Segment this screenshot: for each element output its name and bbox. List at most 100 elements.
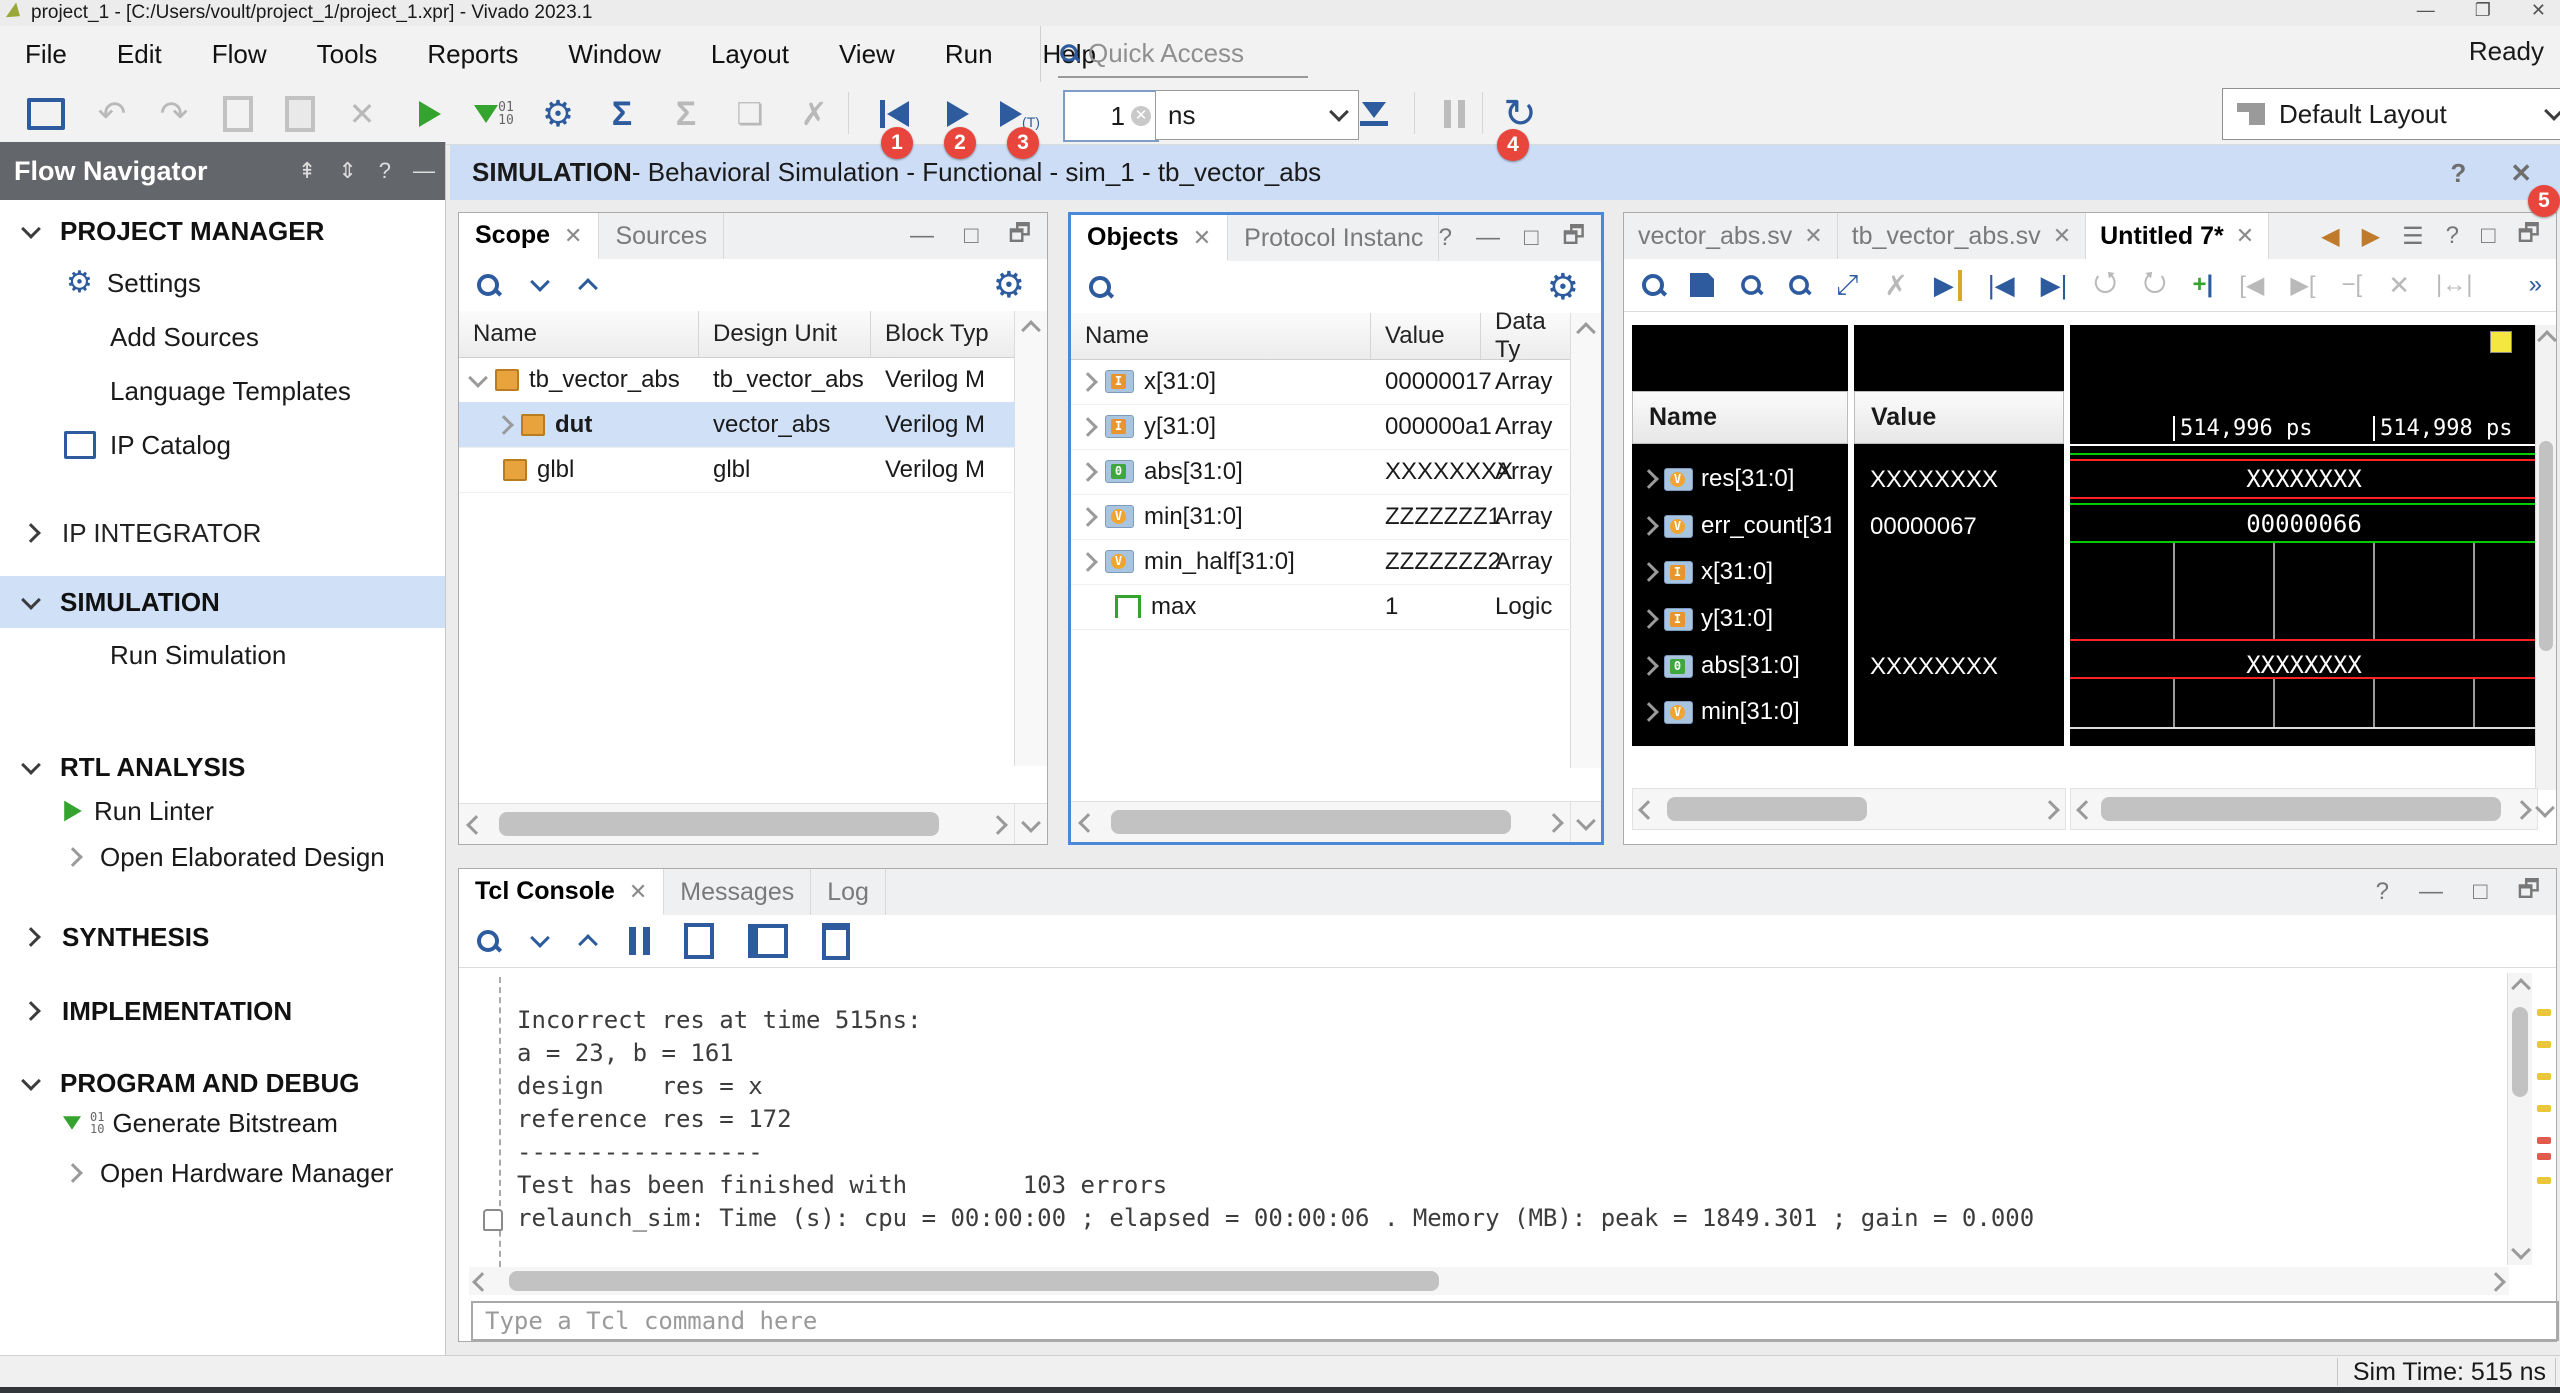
delete-all-icon[interactable]: ✕ xyxy=(2388,270,2410,301)
scroll-left-icon[interactable] xyxy=(1078,813,1098,833)
sidebar-item-settings[interactable]: ⚙ Settings xyxy=(0,260,445,306)
settings-toolbar-button[interactable]: ⚙ xyxy=(536,92,580,136)
tab-sources[interactable]: Sources xyxy=(599,213,724,259)
console-hscrollbar[interactable] xyxy=(469,1267,2509,1295)
minimize-icon[interactable]: — xyxy=(1476,224,1500,252)
run-synthesis-button[interactable] xyxy=(408,92,452,136)
close-icon[interactable]: ✕ xyxy=(2053,223,2071,249)
warning-marker[interactable] xyxy=(2537,1041,2551,1048)
save-icon[interactable] xyxy=(1690,273,1714,297)
col-block-type[interactable]: Block Typ xyxy=(871,311,1015,357)
objects-row-y[interactable]: I y[31:0] 000000a1 Array xyxy=(1071,404,1571,450)
sidebar-section-ip-integrator[interactable]: IP INTEGRATOR xyxy=(0,510,445,556)
col-design-unit[interactable]: Design Unit xyxy=(699,311,871,357)
sidebar-item-open-hardware-manager[interactable]: Open Hardware Manager xyxy=(0,1150,445,1196)
chevron-right-icon[interactable] xyxy=(1639,469,1659,489)
scroll-right-icon[interactable] xyxy=(988,815,1008,835)
col-name[interactable]: Name xyxy=(459,311,699,357)
next-tab-icon[interactable]: ▶ xyxy=(2362,222,2380,251)
copy-output-icon[interactable] xyxy=(684,923,714,959)
chevron-right-icon[interactable] xyxy=(1078,417,1098,437)
wave-signal-abs[interactable]: 0 abs[31:0] xyxy=(1632,643,1858,689)
scroll-left-icon[interactable] xyxy=(472,1272,492,1292)
close-icon[interactable]: ✕ xyxy=(2236,223,2254,249)
more-tools-icon[interactable]: » xyxy=(2529,271,2556,299)
cut-button[interactable]: ✕ xyxy=(340,92,384,136)
pause-button[interactable] xyxy=(1432,92,1476,136)
close-icon[interactable]: ✕ xyxy=(564,223,582,249)
wave-marker-flag-icon[interactable] xyxy=(2490,331,2512,353)
help-icon[interactable]: ? xyxy=(379,158,391,184)
wave-signal-err-count[interactable]: V err_count[31:0 xyxy=(1632,503,1858,549)
sidebar-item-run-simulation[interactable]: Run Simulation xyxy=(0,632,445,678)
chevron-right-icon[interactable] xyxy=(1639,702,1659,722)
scrollbar-thumb[interactable] xyxy=(2101,797,2501,821)
sidebar-section-implementation[interactable]: IMPLEMENTATION xyxy=(0,988,445,1034)
scroll-down-icon[interactable] xyxy=(2535,798,2555,818)
scroll-up-icon[interactable] xyxy=(2537,330,2557,350)
objects-row-min-half[interactable]: V min_half[31:0] ZZZZZZZ2 Array xyxy=(1071,539,1571,585)
objects-row-abs[interactable]: 0 abs[31:0] XXXXXXXX Array xyxy=(1071,449,1571,495)
tab-messages[interactable]: Messages xyxy=(664,869,811,915)
wave-vscrollbar[interactable] xyxy=(2535,325,2556,790)
time-unit-select[interactable]: ns xyxy=(1155,90,1359,140)
search-icon[interactable] xyxy=(1642,274,1664,296)
chevron-right-icon[interactable] xyxy=(1639,516,1659,536)
go-to-start-icon[interactable]: |◀ xyxy=(1988,270,2015,301)
zoom-in-icon[interactable] xyxy=(1741,275,1761,295)
menu-tools[interactable]: Tools xyxy=(292,26,403,82)
scroll-right-icon[interactable] xyxy=(1544,813,1564,833)
objects-vscrollbar[interactable] xyxy=(1570,313,1601,768)
scroll-right-icon[interactable] xyxy=(2512,800,2532,820)
scope-scroll-corner[interactable] xyxy=(1014,803,1047,844)
scroll-left-icon[interactable] xyxy=(1638,800,1658,820)
chevron-right-icon[interactable] xyxy=(1078,372,1098,392)
scope-row-dut[interactable]: dut vector_abs Verilog M xyxy=(459,402,1015,448)
swap-cursors-icon[interactable]: |↔| xyxy=(2436,271,2472,299)
help-icon[interactable]: ? xyxy=(1439,224,1452,252)
tab-protocol-instances[interactable]: Protocol Instanc xyxy=(1228,215,1438,261)
collapse-all-icon[interactable] xyxy=(530,928,550,948)
scrollbar-thumb[interactable] xyxy=(509,1271,1439,1291)
sidebar-item-generate-bitstream[interactable]: 0110 Generate Bitstream xyxy=(0,1100,445,1146)
sidebar-section-synthesis[interactable]: SYNTHESIS xyxy=(0,914,445,960)
maximize-icon[interactable]: □ xyxy=(964,222,979,250)
layout-select[interactable]: Default Layout xyxy=(2222,88,2560,140)
gear-icon[interactable]: ⚙ xyxy=(993,267,1047,303)
paste-button[interactable] xyxy=(278,92,322,136)
next-marker-icon[interactable]: ▶[ xyxy=(2290,271,2315,300)
redo-zoom-icon[interactable]: ⭮ xyxy=(2143,261,2167,309)
copy-button[interactable] xyxy=(216,92,260,136)
relaunch-sim-button[interactable]: ↻ xyxy=(1498,92,1542,136)
zoom-out-icon[interactable] xyxy=(1789,275,1809,295)
chevron-right-icon[interactable] xyxy=(1078,507,1098,527)
scroll-left-icon[interactable] xyxy=(466,815,486,835)
scrollbar-thumb[interactable] xyxy=(499,812,939,836)
redo-button[interactable]: ↷ xyxy=(152,92,196,136)
sidebar-item-language-templates[interactable]: Language Templates xyxy=(0,368,445,414)
scroll-right-icon[interactable] xyxy=(2486,1272,2506,1292)
sim-time-input[interactable]: 1 ✕ xyxy=(1063,90,1159,142)
cancel-disabled-button[interactable]: ✗ xyxy=(792,92,836,136)
undo-zoom-icon[interactable]: ⭯ xyxy=(2093,261,2117,309)
scroll-left-icon[interactable] xyxy=(2076,800,2096,820)
sidebar-item-run-linter[interactable]: Run Linter xyxy=(0,788,445,834)
error-marker[interactable] xyxy=(2537,1137,2551,1144)
scroll-up-icon[interactable] xyxy=(2511,978,2531,998)
menu-reports[interactable]: Reports xyxy=(402,26,543,82)
prev-tab-icon[interactable]: ◀ xyxy=(2321,222,2339,251)
wave-signal-min[interactable]: V min[31:0] xyxy=(1632,689,1858,735)
quick-access-search[interactable]: Quick Access xyxy=(1058,30,1308,78)
generate-bitstream-toolbar-button[interactable]: 0110 xyxy=(472,92,516,136)
chevron-right-icon[interactable] xyxy=(1639,609,1659,629)
close-icon[interactable]: ✕ xyxy=(1804,223,1822,249)
menu-window[interactable]: Window xyxy=(543,26,685,82)
collapse-all-icon[interactable]: ⇞ xyxy=(298,158,316,184)
objects-row-min[interactable]: V min[31:0] ZZZZZZZ1 Array xyxy=(1071,494,1571,540)
minimize-icon[interactable]: — xyxy=(2419,878,2443,906)
float-icon[interactable]: 🗗 xyxy=(1008,216,1031,257)
sigma-disabled-button[interactable]: Σ xyxy=(664,92,708,136)
menu-layout[interactable]: Layout xyxy=(686,26,814,82)
chevron-right-icon[interactable] xyxy=(1639,562,1659,582)
search-icon[interactable] xyxy=(477,930,499,952)
